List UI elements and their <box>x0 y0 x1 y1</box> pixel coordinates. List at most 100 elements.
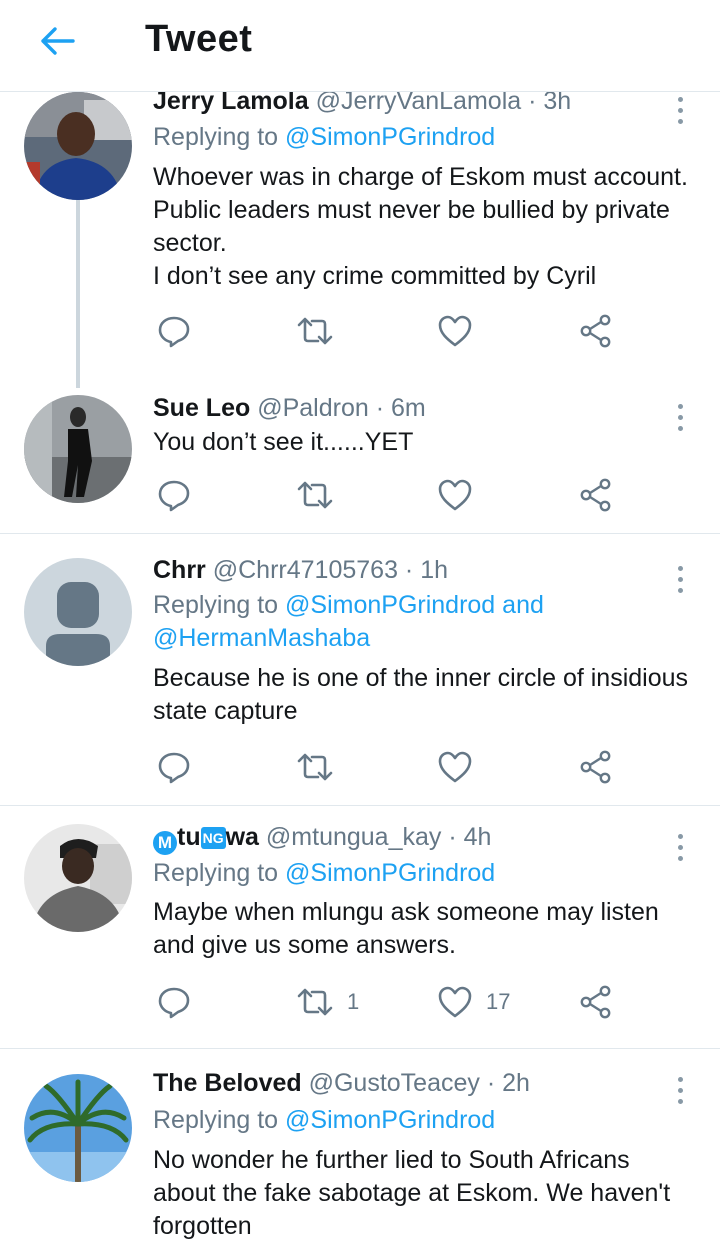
timestamp: 2h <box>502 1069 530 1097</box>
separator-dot: · <box>521 92 544 115</box>
separator-dot: · <box>368 394 391 422</box>
heart-icon <box>438 751 472 783</box>
like-button[interactable] <box>438 311 472 351</box>
action-bar <box>153 475 633 515</box>
display-name[interactable]: Sue Leo <box>153 394 250 422</box>
user-handle: @GustoTeacey <box>308 1069 480 1097</box>
separator-dot: · <box>441 823 464 851</box>
tweet-card[interactable]: The Beloved @GustoTeacey · 2h Replying t… <box>0 1049 720 1259</box>
user-handle: @mtungua_kay <box>265 823 442 851</box>
replying-to-line-2: @HermanMashaba <box>153 622 370 655</box>
share-button[interactable] <box>579 475 613 515</box>
replying-to-label: Replying to <box>153 859 286 887</box>
replying-to-line: Replying to @SimonPGrindrod <box>153 121 495 154</box>
retweet-button[interactable] <box>297 311 333 351</box>
share-button[interactable] <box>579 311 613 351</box>
replying-to-label: Replying to <box>153 123 286 151</box>
like-button[interactable] <box>438 747 472 787</box>
retweet-button[interactable] <box>297 747 333 787</box>
tweet-card[interactable]: Chrr @Chrr47105763 · 1h Replying to @Sim… <box>0 534 720 805</box>
thread-line <box>76 200 80 388</box>
more-options-button[interactable] <box>668 825 692 869</box>
circled-m-emoji: M <box>153 831 177 855</box>
more-options-button[interactable] <box>668 92 692 132</box>
retweet-icon <box>297 317 333 345</box>
like-count: 17 <box>486 989 511 1014</box>
back-button[interactable] <box>30 14 84 68</box>
mention-link[interactable]: @HermanMashaba <box>153 624 370 652</box>
more-options-button[interactable] <box>668 1068 692 1112</box>
timestamp: 4h <box>463 823 492 851</box>
retweet-icon <box>297 988 333 1016</box>
action-bar <box>153 747 633 787</box>
reply-icon <box>158 480 190 512</box>
retweet-icon <box>297 753 333 781</box>
retweet-button[interactable]: 1 <box>297 982 359 1022</box>
tweet-text: Whoever was in charge of Eskom must acco… <box>153 163 688 290</box>
heart-icon <box>438 315 472 347</box>
avatar[interactable] <box>24 1074 132 1182</box>
like-button[interactable] <box>438 475 472 515</box>
tweet-text: Maybe when mlungu ask someone may listen… <box>153 898 659 959</box>
user-handle: @JerryVanLamola <box>315 92 522 115</box>
avatar[interactable] <box>24 558 132 666</box>
share-button[interactable] <box>579 982 613 1022</box>
replying-to-line: Replying to @SimonPGrindrod and <box>153 589 544 622</box>
like-button[interactable]: 17 <box>438 982 510 1022</box>
mention-link[interactable]: @SimonPGrindrod <box>285 591 495 619</box>
tweet-card[interactable]: Mtu NGwa @mtungua_kay · 4h Replying to @S… <box>0 806 720 1048</box>
replying-to-label: Replying to <box>153 1106 286 1134</box>
separator-dot: · <box>479 1069 503 1097</box>
user-handle: @Chrr47105763 <box>212 556 398 584</box>
tweet-text: No wonder he further lied to South Afric… <box>153 1146 671 1240</box>
tweet-card[interactable]: Sue Leo @Paldron · 6m You don’t see it..… <box>0 380 720 533</box>
user-handle: @Paldron <box>257 394 369 422</box>
timestamp: 3h <box>543 92 572 115</box>
display-name[interactable]: Chrr <box>153 556 206 584</box>
reply-icon <box>158 316 190 348</box>
retweet-icon <box>297 481 333 509</box>
share-icon <box>580 314 611 348</box>
retweet-button[interactable] <box>297 475 333 515</box>
page-title: Tweet <box>145 18 253 60</box>
more-options-button[interactable] <box>668 557 692 601</box>
mention-link[interactable]: @SimonPGrindrod <box>285 1106 495 1134</box>
replying-to-line: Replying to @SimonPGrindrod <box>153 1104 495 1137</box>
separator-dot: · <box>397 556 421 584</box>
reply-icon <box>158 752 190 784</box>
heart-icon <box>438 986 472 1018</box>
ng-emoji: NG <box>200 827 226 849</box>
avatar[interactable] <box>24 395 132 503</box>
share-button[interactable] <box>579 747 613 787</box>
tweet-card[interactable]: Jerry Lamola @JerryVanLamola · 3h Replyi… <box>0 92 720 388</box>
replying-to-line: Replying to @SimonPGrindrod <box>153 857 495 890</box>
arrow-left-icon <box>41 27 75 55</box>
top-app-bar: Tweet <box>0 0 720 92</box>
reply-button[interactable] <box>157 747 191 787</box>
tweet-text: Because he is one of the inner circle of… <box>153 664 689 725</box>
share-icon <box>580 750 611 784</box>
share-icon <box>580 985 611 1019</box>
replying-to-conjunction: and <box>495 591 544 619</box>
display-name[interactable]: Jerry Lamola <box>153 92 309 115</box>
avatar[interactable] <box>24 92 132 200</box>
reply-button[interactable] <box>157 982 191 1022</box>
reply-button[interactable] <box>157 311 191 351</box>
retweet-count: 1 <box>347 989 360 1014</box>
share-icon <box>580 478 611 512</box>
display-name[interactable]: The Beloved <box>153 1069 302 1097</box>
timestamp: 6m <box>390 394 426 422</box>
action-bar: 1 17 <box>153 982 633 1022</box>
replies-feed: Jerry Lamola @JerryVanLamola · 3h Replyi… <box>0 92 720 1259</box>
mention-link[interactable]: @SimonPGrindrod <box>285 859 495 887</box>
heart-icon <box>438 479 472 511</box>
avatar[interactable] <box>24 824 132 932</box>
mention-link[interactable]: @SimonPGrindrod <box>285 123 495 151</box>
timestamp: 1h <box>420 556 448 584</box>
reply-icon <box>158 987 190 1019</box>
reply-button[interactable] <box>157 475 191 515</box>
display-name[interactable]: Mtu NGwa <box>153 823 259 855</box>
replying-to-label: Replying to <box>153 591 286 619</box>
tweet-text: You don’t see it......YET <box>153 428 414 456</box>
action-bar <box>153 311 633 351</box>
